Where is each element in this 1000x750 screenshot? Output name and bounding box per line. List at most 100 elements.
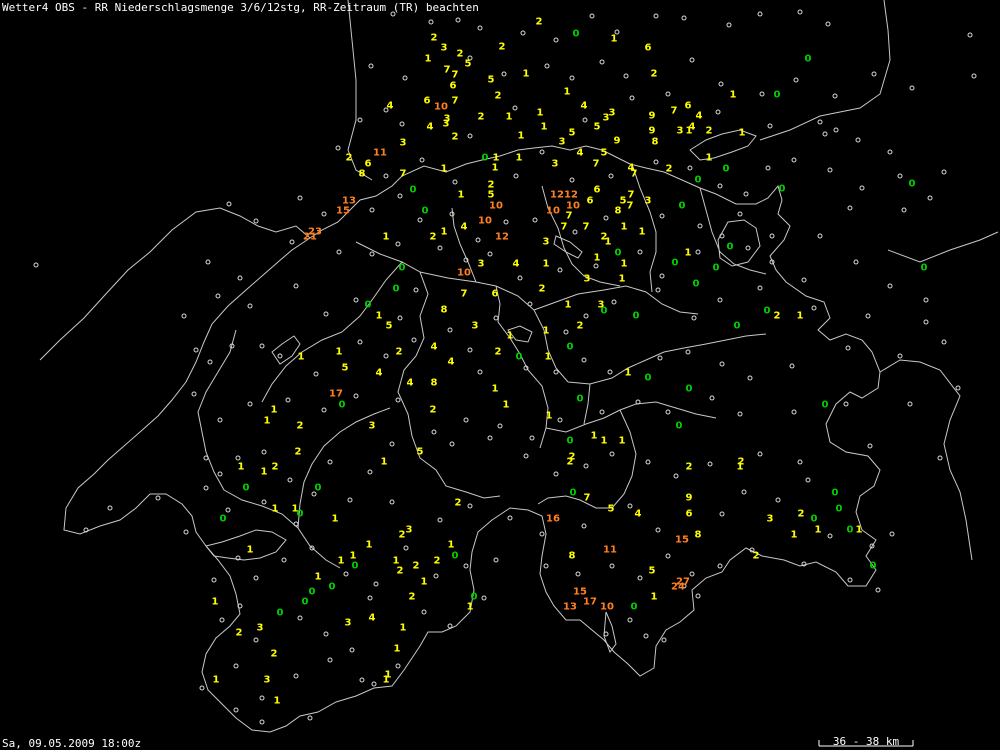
precip-value: 10 [489, 201, 503, 212]
precip-value: 24 [671, 582, 685, 593]
precip-value: 2 [409, 592, 416, 603]
precip-value: 10 [457, 268, 471, 279]
precip-value: 3 [559, 137, 566, 148]
precip-value: 6 [686, 509, 693, 520]
precip-value: 5 [601, 148, 608, 159]
precip-value: 0 [352, 561, 359, 572]
precip-value: 0 [422, 206, 429, 217]
precip-value: 7 [452, 96, 459, 107]
precip-value: 1 [272, 504, 279, 515]
precip-value: 1 [376, 311, 383, 322]
precip-value: 1 [706, 153, 713, 164]
precip-value: 3 [767, 514, 774, 525]
precip-value: 1 [503, 400, 510, 411]
precip-value: 1 [212, 597, 219, 608]
precip-value: 3 [552, 159, 559, 170]
precip-value: 2 [271, 649, 278, 660]
precip-value: 2 [236, 628, 243, 639]
precip-value: 2 [430, 232, 437, 243]
precip-value: 4 [581, 101, 588, 112]
precip-value: 3 [345, 618, 352, 629]
precip-value: 12 [550, 190, 564, 201]
precip-value: 17 [583, 597, 597, 608]
precip-value: 10 [600, 602, 614, 613]
precip-value: 3 [609, 108, 616, 119]
precip-value: 2 [774, 311, 781, 322]
precip-value: 2 [686, 462, 693, 473]
precip-value: 1 [238, 462, 245, 473]
precip-value: 1 [564, 87, 571, 98]
precip-value: 0 [315, 483, 322, 494]
precip-value: 0 [713, 263, 720, 274]
precipitation-map[interactable]: 20 1602325217 7 51 262 1 04 61071433 9 7 6412 1334 1… [0, 0, 1000, 750]
precip-value: 1 [400, 623, 407, 634]
precip-value: 0 [774, 90, 781, 101]
precip-value: 2 [397, 566, 404, 577]
precip-value: 2 [666, 164, 673, 175]
precip-value: 0 [577, 394, 584, 405]
precip-value: 16 [546, 514, 560, 525]
precip-value: 7 [631, 169, 638, 180]
precip-value: 1 [516, 153, 523, 164]
precip-value: 1 [247, 545, 254, 556]
scale-bar: 36 - 38 km [818, 735, 914, 748]
precip-value: 1 [271, 405, 278, 416]
precip-value: 3 [543, 237, 550, 248]
precip-value: 1 [298, 352, 305, 363]
precip-value: 8 [615, 206, 622, 217]
precip-value: 1 [425, 54, 432, 65]
precip-value: 0 [633, 311, 640, 322]
precip-value: 5 [465, 59, 472, 70]
precip-value: 3 [406, 525, 413, 536]
precip-value: 1 [274, 696, 281, 707]
precip-value: 2 [539, 284, 546, 295]
precip-value: 7 [628, 190, 635, 201]
precip-value: 0 [686, 384, 693, 395]
precip-value: 7 [452, 70, 459, 81]
precip-value: 21 [303, 232, 317, 243]
precip-value: 2 [499, 42, 506, 53]
precip-value: 0 [399, 263, 406, 274]
precip-value: 8 [431, 378, 438, 389]
precip-value: 17 [329, 389, 343, 400]
precip-value: 0 [516, 352, 523, 363]
precip-value: 7 [593, 159, 600, 170]
precip-value: 5 [417, 447, 424, 458]
precip-value: 1 [492, 163, 499, 174]
precip-value: 1 [601, 436, 608, 447]
precip-value: 1 [625, 368, 632, 379]
precip-value: 7 [400, 169, 407, 180]
precip-value: 2 [272, 462, 279, 473]
precip-value: 5 [569, 128, 576, 139]
precip-value: 3 [677, 126, 684, 137]
precip-value: 2 [399, 530, 406, 541]
precip-value: 12 [564, 190, 578, 201]
precip-value: 0 [870, 561, 877, 572]
precip-value: 5 [608, 504, 615, 515]
precip-value: 0 [822, 400, 829, 411]
precip-value: 2 [413, 561, 420, 572]
precip-value: 7 [566, 211, 573, 222]
precip-value: 2 [651, 69, 658, 80]
precip-value: 1 [611, 34, 618, 45]
precip-value: 4 [635, 509, 642, 520]
precip-value: 9 [649, 126, 656, 137]
precip-value: 2 [297, 421, 304, 432]
precip-value: 7 [561, 222, 568, 233]
precip-value: 1 [651, 592, 658, 603]
precip-value: 2 [798, 509, 805, 520]
precip-value: 7 [461, 289, 468, 300]
precip-value: 1 [448, 540, 455, 551]
precip-value: 1 [591, 431, 598, 442]
precip-value: 1 [518, 131, 525, 142]
precip-value: 0 [631, 602, 638, 613]
precip-value: 0 [727, 242, 734, 253]
precip-value: 1 [545, 352, 552, 363]
precip-value: 6 [587, 196, 594, 207]
precip-value: 1 [621, 222, 628, 233]
precip-value: 0 [410, 185, 417, 196]
precip-value: 0 [734, 321, 741, 332]
precip-value: 4 [387, 101, 394, 112]
precip-value: 4 [427, 122, 434, 133]
precip-value: 9 [649, 111, 656, 122]
